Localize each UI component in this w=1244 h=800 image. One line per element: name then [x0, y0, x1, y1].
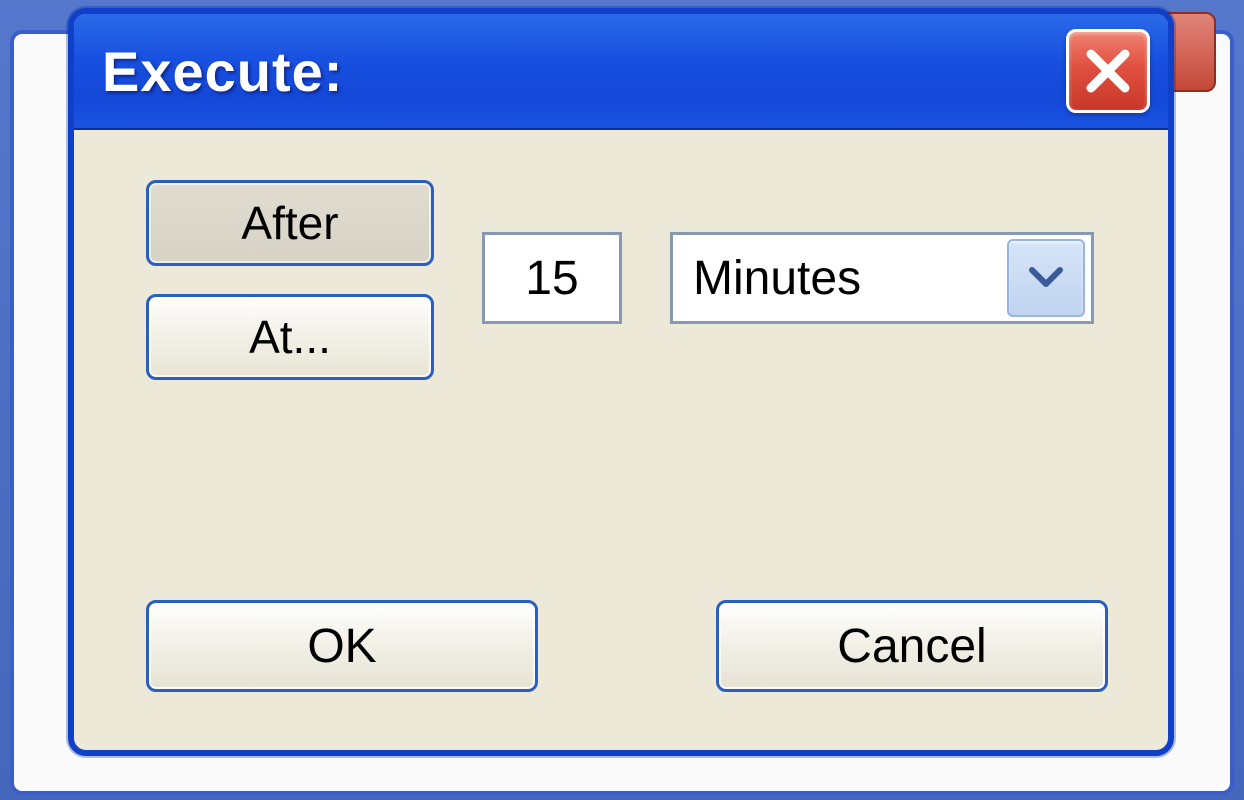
- at-button[interactable]: At...: [146, 294, 434, 380]
- dialog-title: Execute:: [102, 39, 343, 104]
- dialog-body: After At... Minutes OK: [74, 130, 1168, 750]
- close-button[interactable]: [1066, 29, 1150, 113]
- top-row: After At... Minutes: [146, 180, 1108, 380]
- dropdown-arrow-button[interactable]: [1007, 239, 1085, 317]
- after-button[interactable]: After: [146, 180, 434, 266]
- execute-dialog: Execute: After At... Minutes: [68, 8, 1174, 756]
- titlebar[interactable]: Execute:: [74, 14, 1168, 130]
- action-row: OK Cancel: [146, 600, 1108, 692]
- mode-button-group: After At...: [146, 180, 434, 380]
- unit-dropdown-selected: Minutes: [673, 251, 1007, 306]
- after-button-label: After: [241, 196, 338, 250]
- ok-button[interactable]: OK: [146, 600, 538, 692]
- at-button-label: At...: [249, 310, 331, 364]
- cancel-button-label: Cancel: [837, 620, 986, 673]
- unit-dropdown[interactable]: Minutes: [670, 232, 1094, 324]
- close-icon: [1083, 46, 1133, 96]
- duration-value-input[interactable]: [482, 232, 622, 324]
- cancel-button[interactable]: Cancel: [716, 600, 1108, 692]
- chevron-down-icon: [1026, 264, 1066, 292]
- ok-button-label: OK: [307, 620, 376, 673]
